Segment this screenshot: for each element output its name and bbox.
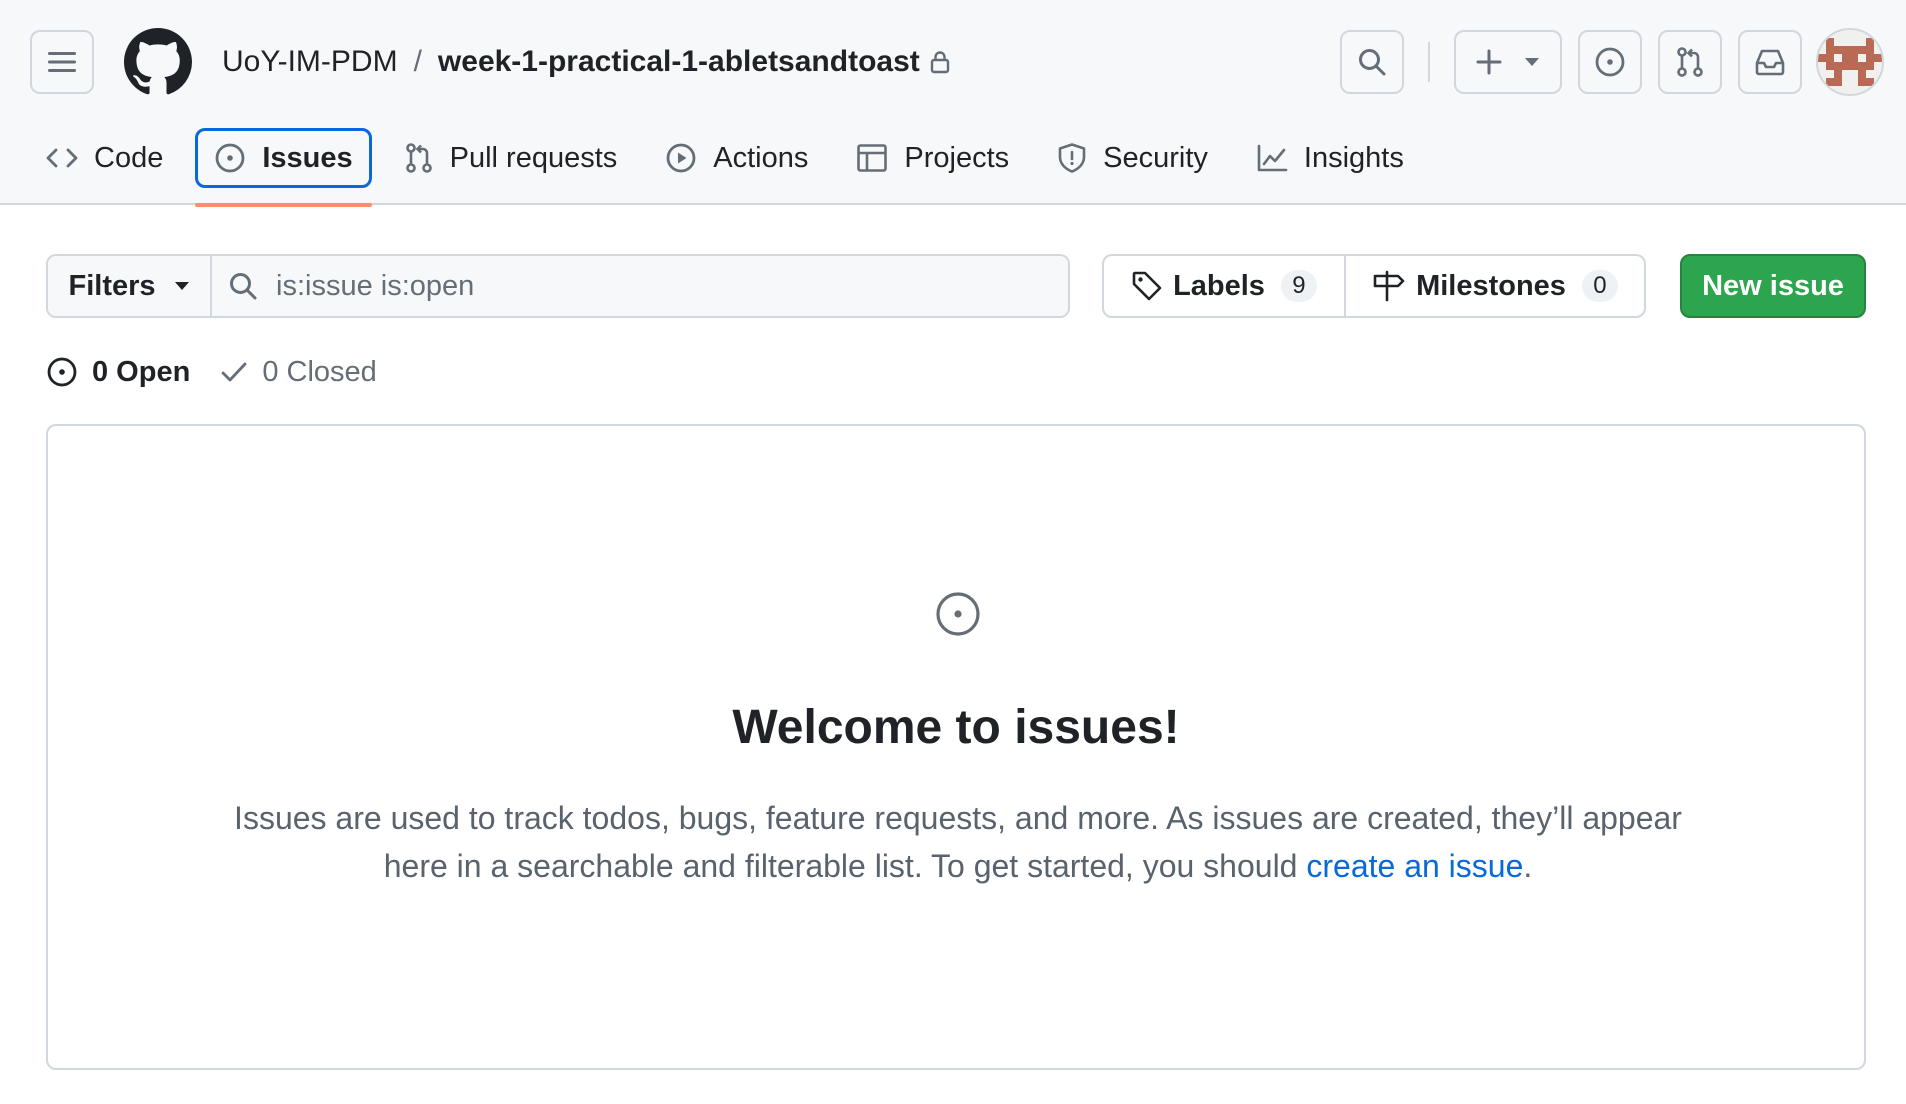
tab-actions-label: Actions xyxy=(713,141,809,174)
tab-security[interactable]: Security xyxy=(1041,128,1224,188)
breadcrumb: UoY-IM-PDM / week-1-practical-1-abletsan… xyxy=(222,44,950,80)
repo-owner-link[interactable]: UoY-IM-PDM xyxy=(222,44,398,80)
issue-search-input[interactable] xyxy=(276,269,976,303)
create-issue-link[interactable]: create an issue xyxy=(1306,848,1523,884)
tab-security-label: Security xyxy=(1103,141,1208,174)
global-menu-button[interactable] xyxy=(30,30,94,94)
tab-insights[interactable]: Insights xyxy=(1240,128,1420,188)
issue-filter-bar: Filters xyxy=(46,254,1070,318)
code-icon xyxy=(46,148,78,168)
tab-pull-requests[interactable]: Pull requests xyxy=(388,128,634,188)
milestones-button[interactable]: Milestones 0 xyxy=(1346,256,1644,316)
issue-opened-icon xyxy=(934,590,982,638)
repo-name-link[interactable]: week-1-practical-1-abletsandtoast xyxy=(438,44,920,80)
tab-pull-requests-label: Pull requests xyxy=(449,141,618,174)
check-icon xyxy=(221,362,247,382)
global-search-button[interactable] xyxy=(1340,30,1404,94)
git-pull-request-icon xyxy=(1677,47,1703,77)
tag-icon xyxy=(1132,271,1162,301)
header-divider xyxy=(1428,42,1430,82)
issue-opened-icon xyxy=(1595,47,1625,77)
issue-opened-icon xyxy=(47,357,77,387)
tab-issues-label: Issues xyxy=(262,141,353,174)
labels-label: Labels xyxy=(1173,269,1265,302)
tab-code[interactable]: Code xyxy=(30,128,179,188)
inbox-button[interactable] xyxy=(1738,30,1802,94)
play-icon xyxy=(666,143,696,173)
issue-opened-icon xyxy=(215,143,245,173)
open-issues-label: 0 Open xyxy=(92,355,191,388)
tab-insights-label: Insights xyxy=(1303,141,1404,174)
your-issues-button[interactable] xyxy=(1578,30,1642,94)
blankslate-text-end: . xyxy=(1523,848,1533,884)
search-icon xyxy=(230,273,257,300)
labels-milestones-group: Labels 9 Milestones 0 xyxy=(1102,254,1646,318)
user-avatar[interactable] xyxy=(1816,28,1884,96)
blankslate-description: Issues are used to track todos, bugs, fe… xyxy=(228,794,1688,890)
graph-icon xyxy=(1257,144,1288,172)
lock-icon xyxy=(930,50,950,74)
issues-blankslate: Welcome to issues! Issues are used to tr… xyxy=(46,424,1866,1070)
repo-header: UoY-IM-PDM / week-1-practical-1-abletsan… xyxy=(0,0,1906,207)
table-icon xyxy=(857,144,888,172)
milestones-label: Milestones xyxy=(1416,269,1566,302)
labels-button[interactable]: Labels 9 xyxy=(1104,256,1346,316)
filters-dropdown[interactable]: Filters xyxy=(48,256,212,316)
repo-tabs: Code Issues Pull requests Actions Projec… xyxy=(30,128,1436,207)
open-issues-link[interactable]: 0 Open xyxy=(46,356,190,389)
new-issue-button[interactable]: New issue xyxy=(1680,254,1866,318)
triangle-down-icon xyxy=(174,282,189,290)
milestones-count: 0 xyxy=(1581,270,1618,302)
triangle-down-icon xyxy=(1525,58,1539,66)
blankslate-title: Welcome to issues! xyxy=(732,701,1180,754)
closed-issues-label: 0 Closed xyxy=(262,355,377,388)
search-icon xyxy=(1359,49,1386,76)
tab-projects-label: Projects xyxy=(904,141,1010,174)
git-pull-request-icon xyxy=(405,143,432,173)
labels-count: 9 xyxy=(1280,270,1317,302)
github-logo-icon[interactable] xyxy=(124,28,192,96)
issue-search-field[interactable] xyxy=(212,256,1068,316)
closed-issues-link[interactable]: 0 Closed xyxy=(220,355,377,389)
shield-icon xyxy=(1058,143,1086,173)
tab-code-label: Code xyxy=(94,141,164,174)
tab-issues[interactable]: Issues xyxy=(195,128,372,207)
issue-state-toggle: 0 Open 0 Closed xyxy=(46,352,407,392)
breadcrumb-separator: / xyxy=(413,45,422,78)
filters-label: Filters xyxy=(68,269,156,302)
inbox-icon xyxy=(1755,49,1785,76)
milestone-icon xyxy=(1373,270,1405,302)
plus-icon xyxy=(1476,49,1502,75)
three-bars-icon xyxy=(48,52,76,72)
create-new-button[interactable] xyxy=(1454,30,1562,94)
your-pull-requests-button[interactable] xyxy=(1658,30,1722,94)
tab-projects[interactable]: Projects xyxy=(840,128,1025,188)
tab-actions[interactable]: Actions xyxy=(649,128,824,188)
